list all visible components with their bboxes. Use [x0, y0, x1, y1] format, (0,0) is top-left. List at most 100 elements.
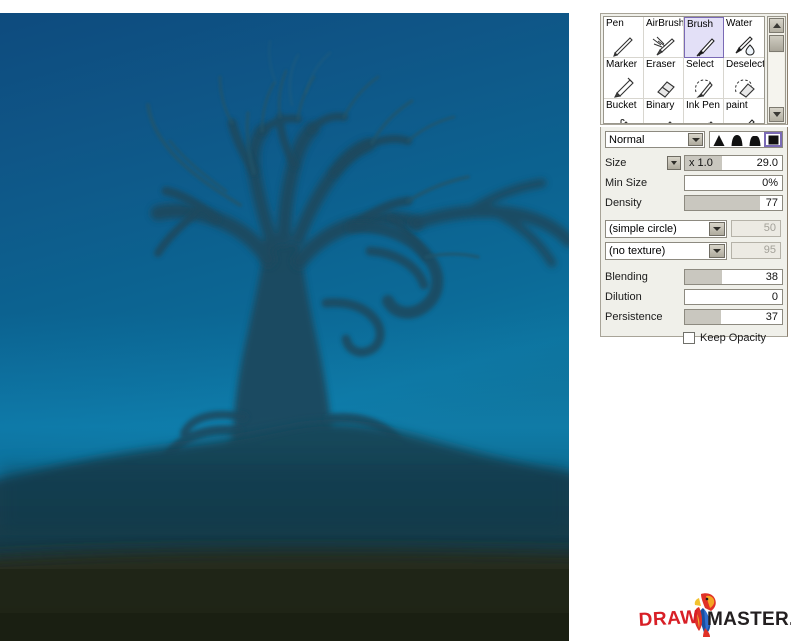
persistence-label: Persistence — [605, 311, 663, 323]
tool-deselect-label: Deselect — [726, 59, 764, 70]
scroll-up-icon — [772, 23, 781, 28]
airbrush-icon — [652, 36, 675, 56]
persistence-value: 37 — [765, 311, 778, 323]
binary-pen-icon — [667, 121, 672, 123]
persistence-row: Persistence 37 — [605, 308, 783, 326]
tool-airbrush[interactable]: AirBrush — [644, 17, 684, 58]
persistence-slider-fill — [685, 310, 721, 324]
select-icon — [694, 79, 713, 98]
paper-texture-slider[interactable]: 95 — [731, 242, 781, 259]
scroll-down-button[interactable] — [769, 107, 784, 122]
app-window: Pen AirBrush Brush Water Marker Eraser S… — [0, 0, 794, 641]
tool-pen-label: Pen — [606, 18, 624, 29]
tool-binary-label: Binary — [646, 100, 675, 111]
tool-eraser-label: Eraser — [646, 59, 676, 70]
density-slider-fill — [685, 196, 760, 210]
canvas-area[interactable] — [0, 13, 569, 641]
eraser-icon — [656, 81, 675, 98]
tool-row: Bucket Binary Ink Pen paint — [604, 99, 764, 123]
svg-text:DRAW: DRAW — [638, 607, 699, 631]
min-size-slider[interactable]: 0% — [684, 175, 783, 191]
shape-flat-button[interactable] — [746, 132, 764, 147]
tool-water-label: Water — [726, 18, 753, 29]
tool-deselect[interactable]: Deselect — [724, 58, 764, 99]
bucket-icon — [619, 118, 628, 123]
tool-bucket-label: Bucket — [606, 100, 637, 111]
tool-row: Pen AirBrush Brush Water — [604, 17, 764, 58]
tool-row: Marker Eraser Select Deselect — [604, 58, 764, 99]
water-icon — [735, 36, 755, 56]
size-slider[interactable]: x 1.0 29.0 — [684, 155, 783, 171]
drawmaster-watermark: DRAW MASTER.RU — [633, 592, 791, 637]
shape-texture-value: (simple circle) — [609, 222, 677, 235]
min-size-row: Min Size 0% — [605, 174, 783, 192]
shape-square-icon — [768, 135, 778, 145]
paper-texture-value: (no texture) — [609, 244, 666, 257]
tool-brush-label: Brush — [687, 19, 714, 30]
tool-binary[interactable]: Binary — [644, 99, 684, 123]
shape-flat-icon — [749, 136, 761, 146]
keep-opacity-label: Keep Opacity — [700, 332, 767, 344]
persistence-slider[interactable]: 37 — [684, 309, 783, 325]
shape-sharp-icon — [713, 135, 725, 146]
size-options-dropdown[interactable] — [667, 156, 681, 170]
scrollbar-track[interactable] — [769, 53, 784, 107]
blending-slider-fill — [685, 270, 722, 284]
artwork-tree-painting[interactable] — [0, 13, 569, 641]
blend-mode-value: Normal — [609, 133, 645, 146]
shape-texture-dropdown[interactable]: (simple circle) — [605, 219, 727, 238]
shape-square-button[interactable] — [764, 132, 782, 147]
dilution-slider[interactable]: 0 — [684, 289, 783, 305]
tool-palette-panel: Pen AirBrush Brush Water Marker Eraser S… — [600, 13, 788, 125]
tool-ink-pen-label: Ink Pen — [686, 100, 720, 111]
tool-marker-label: Marker — [606, 59, 638, 70]
tool-ink-pen[interactable]: Ink Pen — [684, 99, 724, 123]
keep-opacity-row[interactable]: Keep Opacity — [683, 329, 783, 347]
scroll-down-icon — [772, 112, 781, 117]
svg-text:MASTER.RU: MASTER.RU — [707, 609, 791, 630]
density-slider[interactable]: 77 — [684, 195, 783, 211]
tool-eraser[interactable]: Eraser — [644, 58, 684, 99]
size-value: 29.0 — [756, 157, 778, 169]
paper-texture-dropdown[interactable]: (no texture) — [605, 241, 727, 260]
chevron-down-icon[interactable] — [688, 133, 703, 146]
density-label: Density — [605, 197, 642, 209]
brush-settings-panel: Normal Size x 1.0 29.0 Min Size 0% Densi… — [600, 127, 788, 344]
watermark-master-text: MASTER.RU — [707, 609, 791, 630]
size-label: Size — [605, 157, 627, 169]
shape-round-button[interactable] — [728, 132, 746, 147]
shape-texture-slider[interactable]: 50 — [731, 220, 781, 237]
shape-texture-row: (simple circle) 50 — [605, 219, 783, 238]
shape-sharp-button[interactable] — [710, 132, 728, 147]
ink-pen-icon — [707, 121, 713, 123]
tool-palette-scrollbar[interactable] — [767, 16, 786, 124]
marker-icon — [613, 77, 634, 98]
shape-round-icon — [731, 135, 743, 146]
blending-slider[interactable]: 38 — [684, 269, 783, 285]
tool-paint-label: paint — [726, 100, 748, 111]
deselect-icon — [735, 79, 755, 98]
keep-opacity-checkbox[interactable] — [683, 332, 695, 344]
tool-marker[interactable]: Marker — [604, 58, 644, 99]
tool-select-label: Select — [686, 59, 714, 70]
scroll-up-button[interactable] — [769, 18, 784, 33]
chevron-down-icon[interactable] — [709, 243, 725, 258]
watermark-draw-text: DRAW — [638, 607, 699, 631]
chevron-down-icon[interactable] — [709, 221, 725, 236]
blending-row: Blending 38 — [605, 268, 783, 286]
blend-mode-dropdown[interactable]: Normal — [605, 131, 705, 148]
tool-pen[interactable]: Pen — [604, 17, 644, 58]
min-size-value: 0% — [762, 177, 778, 189]
blending-label: Blending — [605, 271, 648, 283]
tool-select[interactable]: Select — [684, 58, 724, 99]
paint-brush-icon — [748, 119, 755, 123]
tool-brush[interactable]: Brush — [684, 17, 724, 58]
pen-icon — [612, 37, 633, 57]
scrollbar-thumb[interactable] — [769, 35, 784, 52]
tool-water[interactable]: Water — [724, 17, 764, 58]
blending-value: 38 — [765, 271, 778, 283]
tool-paint[interactable]: paint — [724, 99, 764, 123]
watermark-graphic: DRAW MASTER.RU — [638, 593, 791, 637]
tool-bucket[interactable]: Bucket — [604, 99, 644, 123]
brush-shape-buttons — [709, 131, 783, 148]
